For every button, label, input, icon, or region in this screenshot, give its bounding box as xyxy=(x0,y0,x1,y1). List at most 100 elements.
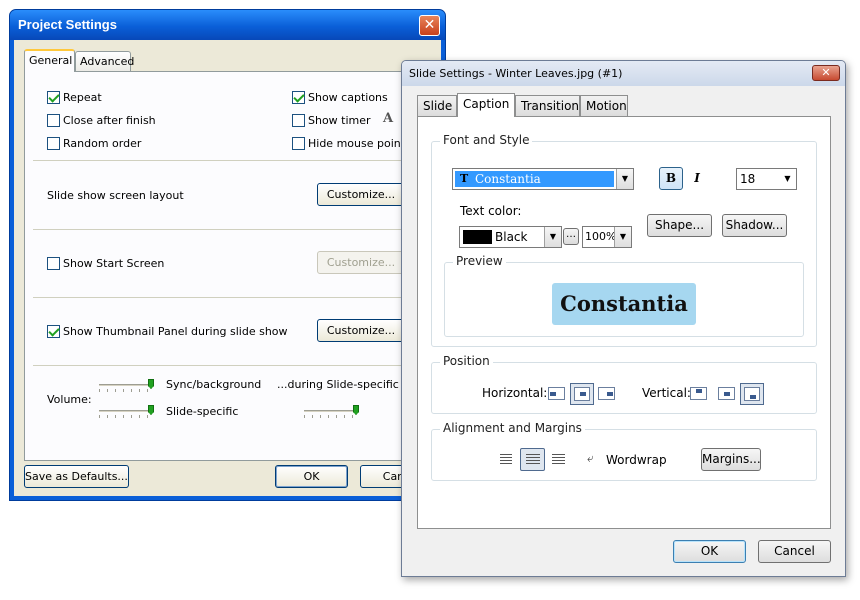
shadow-button[interactable]: Shadow... xyxy=(722,214,787,237)
position-marker xyxy=(696,389,702,393)
align-center-text-icon xyxy=(526,454,540,465)
slide-settings-title: Slide Settings - Winter Leaves.jpg (#1) xyxy=(409,67,623,80)
random-order-checkbox[interactable]: Random order xyxy=(47,137,141,150)
font-name: Constantia xyxy=(475,172,541,186)
wordwrap-icon[interactable]: ⤶ xyxy=(587,451,594,466)
position-marker xyxy=(750,395,756,399)
show-start-screen-label: Show Start Screen xyxy=(63,257,165,270)
show-timer-checkbox[interactable]: Show timer xyxy=(292,114,371,127)
shape-button[interactable]: Shape... xyxy=(647,214,712,237)
checkbox-box xyxy=(47,257,60,270)
checkbox-box xyxy=(47,325,60,338)
close-after-finish-label: Close after finish xyxy=(63,114,156,127)
align-center-text-button[interactable] xyxy=(520,448,545,471)
color-picker-button[interactable]: … xyxy=(563,228,579,245)
position-title: Position xyxy=(440,354,493,368)
show-thumbnail-panel-checkbox[interactable]: Show Thumbnail Panel during slide show xyxy=(47,325,288,338)
show-captions-checkbox[interactable]: Show captions xyxy=(292,91,388,104)
slider-track xyxy=(99,384,154,386)
font-size-value: 18 xyxy=(740,172,756,186)
save-as-defaults-button[interactable]: Save as Defaults... xyxy=(24,465,129,488)
project-settings-titlebar[interactable]: Project Settings ✕ xyxy=(10,10,445,40)
slider-ticks xyxy=(99,389,154,392)
sync-background-volume-slider[interactable] xyxy=(99,379,154,393)
align-left-text-icon[interactable] xyxy=(500,454,512,465)
close-after-finish-checkbox[interactable]: Close after finish xyxy=(47,114,156,127)
volume-label: Volume: xyxy=(47,393,92,406)
chevron-down-icon[interactable]: ▼ xyxy=(614,227,631,247)
align-center-position-icon[interactable] xyxy=(570,383,594,405)
ok-button[interactable]: OK xyxy=(673,540,746,563)
align-top-position-icon[interactable] xyxy=(690,387,707,400)
chevron-down-icon[interactable]: ▼ xyxy=(544,227,561,247)
font-size-select[interactable]: 18 ▼ xyxy=(736,168,797,190)
tab-motion[interactable]: Motion xyxy=(580,95,628,116)
slider-thumb[interactable] xyxy=(148,405,154,415)
slide-settings-titlebar[interactable]: Slide Settings - Winter Leaves.jpg (#1) … xyxy=(402,61,845,86)
customize-layout-button[interactable]: Customize... xyxy=(317,183,405,206)
opacity-select[interactable]: 100% ▼ xyxy=(582,226,632,248)
customize-thumbnail-button[interactable]: Customize... xyxy=(317,319,405,342)
random-order-label: Random order xyxy=(63,137,142,150)
cancel-button[interactable]: Cancel xyxy=(758,540,831,563)
during-slide-specific-label: ...during Slide-specific xyxy=(277,378,399,391)
checkbox-box xyxy=(47,114,60,127)
truetype-font-icon: T xyxy=(460,172,469,185)
bold-icon: B xyxy=(665,171,677,185)
align-right-position-icon[interactable] xyxy=(598,387,615,400)
customize-start-screen-button[interactable]: Customize... xyxy=(317,251,405,274)
align-right-text-icon[interactable] xyxy=(552,454,565,465)
align-middle-position-icon[interactable] xyxy=(718,387,735,400)
divider xyxy=(33,365,420,366)
divider xyxy=(33,297,420,298)
hide-mouse-pointer-checkbox[interactable]: Hide mouse pointer xyxy=(292,137,416,150)
more-icon: … xyxy=(566,229,576,240)
sync-background-label: Sync/background xyxy=(166,378,262,391)
tab-slide[interactable]: Slide xyxy=(417,95,457,116)
position-marker xyxy=(550,392,556,396)
show-timer-label: Show timer xyxy=(308,114,371,127)
chevron-down-icon[interactable]: ▼ xyxy=(616,169,633,189)
font-icon[interactable]: A xyxy=(383,111,393,126)
italic-button[interactable]: I xyxy=(685,167,709,190)
opacity-value: 100% xyxy=(585,230,617,243)
font-select[interactable]: T Constantia ▼ xyxy=(452,168,634,190)
font-style-title: Font and Style xyxy=(440,133,533,147)
close-icon[interactable]: ✕ xyxy=(419,15,440,36)
position-frame xyxy=(744,387,760,401)
align-left-position-icon[interactable] xyxy=(548,387,565,400)
font-style-group: Font and Style T Constantia ▼ B I 18 ▼ Te… xyxy=(431,133,817,347)
during-slide-specific-volume-slider[interactable] xyxy=(304,405,359,419)
slide-specific-volume-slider[interactable] xyxy=(99,405,154,419)
show-start-screen-checkbox[interactable]: Show Start Screen xyxy=(47,257,164,270)
text-color-select[interactable]: Black ▼ xyxy=(459,226,562,248)
slider-ticks xyxy=(99,415,154,418)
horizontal-label: Horizontal: xyxy=(482,386,548,400)
close-icon[interactable]: ✕ xyxy=(812,65,840,81)
slide-specific-label: Slide-specific xyxy=(166,405,239,418)
tab-transition[interactable]: Transition xyxy=(515,95,580,116)
tab-general[interactable]: General xyxy=(24,49,75,72)
ok-button[interactable]: OK xyxy=(275,465,348,488)
checkbox-box xyxy=(292,137,305,150)
margins-button[interactable]: Margins... xyxy=(701,448,761,471)
caption-panel: Font and Style T Constantia ▼ B I 18 ▼ Te… xyxy=(417,116,831,529)
slider-thumb[interactable] xyxy=(353,405,359,415)
caption-preview: Constantia xyxy=(552,283,696,325)
bold-button[interactable]: B xyxy=(659,167,683,190)
show-thumbnail-panel-label: Show Thumbnail Panel during slide show xyxy=(63,325,288,338)
tab-advanced[interactable]: Advanced xyxy=(75,51,134,71)
project-settings-title: Project Settings xyxy=(18,17,117,32)
position-marker xyxy=(724,392,730,396)
divider xyxy=(33,229,420,230)
general-panel: Repeat Close after finish Random order S… xyxy=(24,71,429,461)
preview-group: Preview Constantia xyxy=(444,254,804,337)
chevron-down-icon[interactable]: ▼ xyxy=(779,169,796,189)
divider xyxy=(33,160,420,161)
slider-thumb[interactable] xyxy=(148,379,154,389)
tab-caption[interactable]: Caption xyxy=(457,93,515,117)
wordwrap-label[interactable]: Wordwrap xyxy=(606,453,667,467)
repeat-checkbox[interactable]: Repeat xyxy=(47,91,102,104)
align-bottom-position-icon[interactable] xyxy=(740,383,764,405)
checkbox-box xyxy=(47,91,60,104)
